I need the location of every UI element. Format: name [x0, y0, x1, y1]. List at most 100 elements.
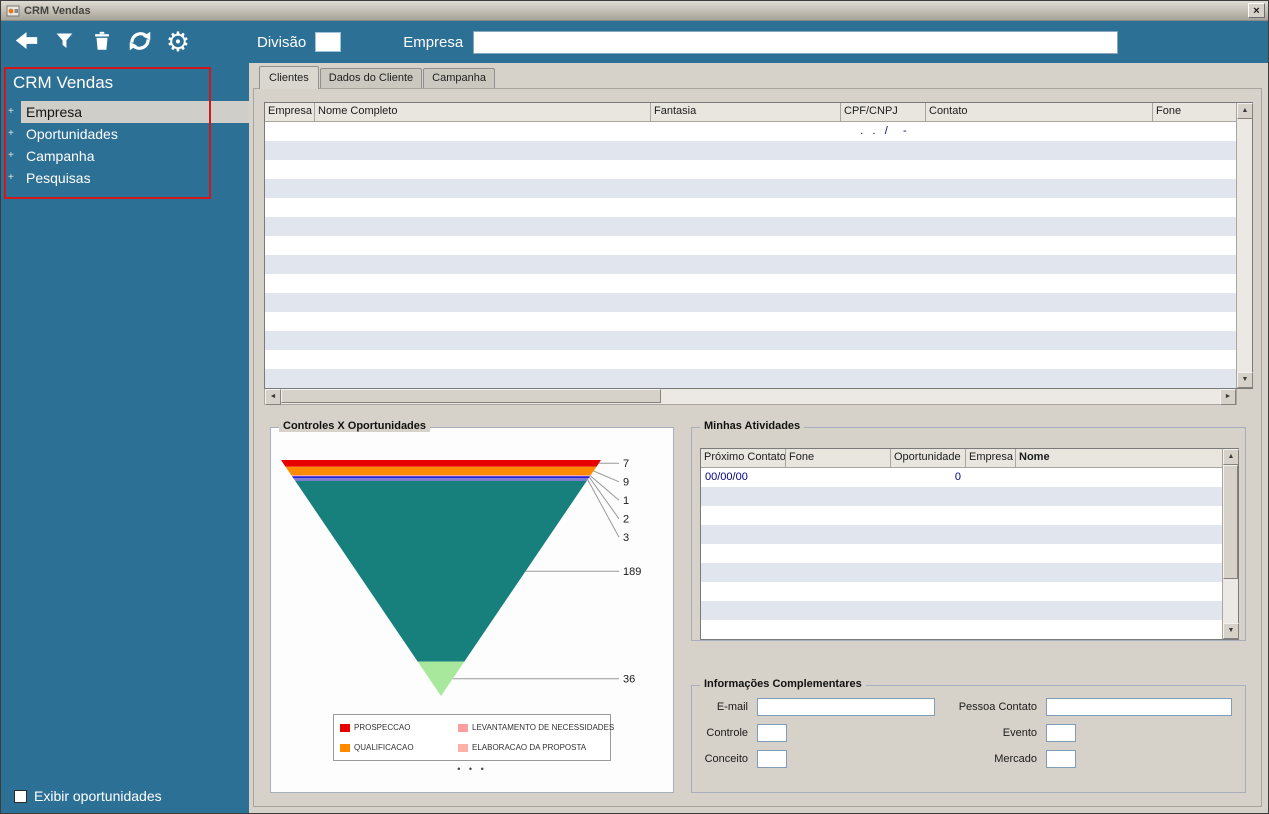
column-header-oportunidade[interactable]: Oportunidade	[891, 449, 966, 468]
table-row[interactable]	[265, 369, 1236, 388]
column-header-proximo-contato[interactable]: Próximo Contato	[701, 449, 786, 468]
table-row[interactable]	[265, 141, 1236, 160]
column-header-cpf-cnpj[interactable]: CPF/CNPJ	[841, 103, 926, 122]
controle-label: Controle	[700, 727, 748, 739]
controle-field-group: Controle	[700, 724, 787, 742]
legend-item: ELABORACAO DA PROPOSTA	[458, 743, 614, 752]
scrollbar-thumb[interactable]	[1223, 465, 1238, 579]
funnel-segment[interactable]	[291, 475, 590, 476]
tab-campanha[interactable]: Campanha	[423, 68, 495, 88]
column-header-empresa[interactable]: Empresa	[966, 449, 1016, 468]
table-row[interactable]	[701, 620, 1222, 639]
clients-grid-vscrollbar[interactable]: ▲ ▼	[1236, 103, 1252, 388]
close-button[interactable]: ×	[1248, 3, 1265, 18]
scrollbar-track[interactable]	[281, 389, 1220, 403]
scroll-down-button[interactable]: ▼	[1223, 623, 1239, 639]
back-button[interactable]	[9, 25, 43, 59]
table-row[interactable]	[701, 506, 1222, 525]
scroll-up-button[interactable]: ▲	[1223, 449, 1239, 465]
email-field[interactable]	[757, 698, 935, 716]
table-row[interactable]	[265, 331, 1236, 350]
table-row[interactable]	[265, 217, 1236, 236]
informacoes-complementares-groupbox: Informações Complementares E-mail Pessoa…	[691, 685, 1246, 793]
evento-field[interactable]	[1046, 724, 1076, 742]
table-row[interactable]	[265, 350, 1236, 369]
empresa-search-input[interactable]	[473, 31, 1118, 54]
sidebar-item-empresa[interactable]: + Empresa	[1, 101, 249, 123]
table-row[interactable]	[701, 544, 1222, 563]
expand-plus-icon[interactable]: +	[8, 167, 14, 189]
sidebar-item-label: Pesquisas	[21, 167, 249, 189]
atividades-vscrollbar[interactable]: ▲ ▼	[1222, 449, 1238, 639]
table-row[interactable]: 00/00/00 0	[701, 468, 1222, 487]
clients-grid-hscrollbar[interactable]: ◄ ►	[264, 389, 1237, 405]
main-area: Clientes Dados do Cliente Campanha Empre…	[249, 63, 1268, 814]
scroll-up-button[interactable]: ▲	[1237, 103, 1253, 119]
controle-field[interactable]	[757, 724, 787, 742]
funnel-segment[interactable]	[293, 478, 588, 481]
table-row[interactable]	[265, 255, 1236, 274]
divisao-input[interactable]	[315, 32, 341, 52]
filter-button[interactable]	[47, 25, 81, 59]
expand-plus-icon[interactable]: +	[8, 123, 14, 145]
table-row[interactable]	[265, 274, 1236, 293]
funnel-segment[interactable]	[286, 467, 597, 476]
cpf-cnpj-mask: . . / -	[841, 122, 926, 141]
expand-plus-icon[interactable]: +	[8, 145, 14, 167]
sidebar-item-label: Campanha	[21, 145, 249, 167]
scroll-left-button[interactable]: ◄	[265, 389, 281, 405]
conceito-field[interactable]	[757, 750, 787, 768]
table-row[interactable]	[701, 487, 1222, 506]
sidebar-item-oportunidades[interactable]: + Oportunidades	[1, 123, 249, 145]
column-header-fone[interactable]: Fone	[1153, 103, 1236, 122]
settings-button[interactable]: ⚙	[161, 25, 195, 59]
exibir-oportunidades-checkbox[interactable]	[14, 790, 27, 803]
column-header-empresa[interactable]: Empresa	[265, 103, 315, 122]
table-row[interactable]	[701, 563, 1222, 582]
sidebar-item-campanha[interactable]: + Campanha	[1, 145, 249, 167]
funnel-segment[interactable]	[292, 476, 590, 478]
refresh-button[interactable]	[123, 25, 157, 59]
scrollbar-track[interactable]	[1223, 465, 1238, 623]
table-row[interactable]: . . / -	[265, 122, 1236, 141]
mercado-field-group: Mercado	[922, 750, 1076, 768]
table-row[interactable]	[265, 312, 1236, 331]
funnel-segment[interactable]	[281, 460, 601, 467]
column-header-nome[interactable]: Nome	[1016, 449, 1222, 468]
mercado-field[interactable]	[1046, 750, 1076, 768]
table-row[interactable]	[265, 293, 1236, 312]
divisao-label: Divisão	[257, 34, 306, 51]
funnel-value-label: 9	[623, 476, 629, 488]
column-header-nome-completo[interactable]: Nome Completo	[315, 103, 651, 122]
tab-strip: Clientes Dados do Cliente Campanha	[259, 67, 1268, 88]
scroll-down-button[interactable]: ▼	[1237, 372, 1253, 388]
table-row[interactable]	[265, 236, 1236, 255]
tab-clientes[interactable]: Clientes	[259, 66, 319, 89]
legend-pagination-dots[interactable]: • • •	[271, 764, 673, 774]
table-row[interactable]	[701, 582, 1222, 601]
scroll-right-button[interactable]: ►	[1220, 389, 1236, 405]
clients-grid-rows: . . / -	[265, 122, 1236, 388]
table-row[interactable]	[265, 198, 1236, 217]
delete-button[interactable]	[85, 25, 119, 59]
expand-plus-icon[interactable]: +	[8, 101, 14, 123]
scrollbar-corner	[1237, 389, 1253, 405]
table-row[interactable]	[701, 525, 1222, 544]
table-row[interactable]	[265, 179, 1236, 198]
legend-item: LEVANTAMENTO DE NECESSIDADES	[458, 723, 614, 732]
sidebar-item-pesquisas[interactable]: + Pesquisas	[1, 167, 249, 189]
column-header-fone[interactable]: Fone	[786, 449, 891, 468]
column-header-fantasia[interactable]: Fantasia	[651, 103, 841, 122]
column-header-contato[interactable]: Contato	[926, 103, 1153, 122]
scrollbar-thumb[interactable]	[281, 389, 661, 403]
table-row[interactable]	[265, 160, 1236, 179]
trash-icon	[91, 29, 113, 56]
funnel-value-label: 189	[623, 566, 641, 578]
tab-dados-do-cliente[interactable]: Dados do Cliente	[320, 68, 422, 88]
scrollbar-track[interactable]	[1237, 119, 1252, 372]
table-row[interactable]	[701, 601, 1222, 620]
funnel-value-label: 3	[623, 532, 629, 544]
pessoa-contato-field[interactable]	[1046, 698, 1232, 716]
gear-icon: ⚙	[166, 27, 190, 57]
groupbox-title: Controles X Oportunidades	[279, 420, 430, 432]
